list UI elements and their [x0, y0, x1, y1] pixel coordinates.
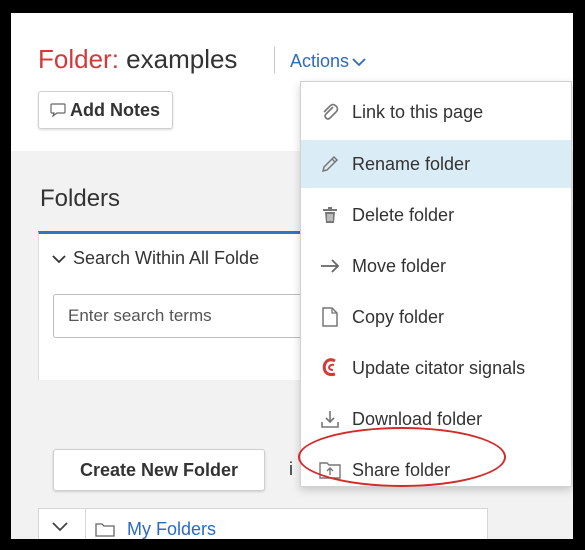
actions-label: Actions [290, 51, 350, 71]
actions-menu: Link to this page Rename folder Delete f… [300, 81, 572, 487]
folders-heading: Folders [40, 185, 121, 212]
add-notes-button[interactable]: Add Notes [38, 91, 173, 129]
menu-item-label: Move folder [352, 255, 447, 276]
chevron-down-icon [52, 255, 66, 264]
truncated-text: i [289, 459, 293, 479]
menu-item-rename-folder[interactable]: Rename folder [301, 140, 571, 188]
tree-divider [85, 509, 86, 539]
menu-item-link-to-page[interactable]: Link to this page [301, 88, 571, 136]
arrow-right-icon [319, 255, 341, 277]
menu-item-label: Copy folder [352, 306, 445, 327]
share-folder-icon [319, 459, 341, 481]
page-title-name: examples [126, 44, 238, 74]
create-new-folder-button[interactable]: Create New Folder [53, 449, 266, 491]
add-notes-label: Add Notes [70, 99, 160, 120]
trash-icon [319, 204, 341, 226]
menu-item-download-folder[interactable]: Download folder [301, 395, 571, 443]
tree-row-my-folders[interactable]: My Folders [38, 508, 488, 539]
tree-label-my-folders[interactable]: My Folders [127, 519, 216, 539]
menu-item-label: Delete folder [352, 204, 455, 225]
menu-item-move-folder[interactable]: Move folder [301, 242, 571, 290]
document-icon [319, 306, 341, 328]
app-window: Folder: examples Actions Add Notes Folde… [11, 13, 573, 539]
page-title: Folder: examples [38, 43, 237, 75]
download-icon [319, 408, 341, 430]
search-within-label: Search Within All Folde [73, 248, 260, 268]
folder-search-panel: Search Within All Folde Enter search ter… [38, 231, 313, 380]
citator-icon [319, 357, 341, 379]
title-divider [274, 47, 275, 73]
note-icon [50, 103, 66, 118]
search-within-toggle[interactable]: Search Within All Folde [51, 248, 259, 269]
menu-item-label: Link to this page [352, 101, 484, 122]
menu-item-label: Update citator signals [352, 357, 526, 378]
menu-item-label: Download folder [352, 408, 483, 429]
menu-item-delete-folder[interactable]: Delete folder [301, 191, 571, 239]
page-title-prefix: Folder: [38, 44, 119, 74]
menu-item-label: Share folder [352, 459, 451, 480]
actions-dropdown[interactable]: Actions [290, 51, 366, 72]
chevron-down-icon [352, 58, 366, 67]
chevron-down-icon[interactable] [51, 521, 69, 533]
pencil-icon [319, 153, 341, 175]
create-new-folder-label: Create New Folder [80, 459, 239, 480]
search-input[interactable]: Enter search terms [53, 294, 313, 338]
menu-item-share-folder[interactable]: Share folder [301, 446, 571, 494]
search-placeholder: Enter search terms [68, 306, 212, 325]
paperclip-icon [319, 101, 341, 123]
menu-item-label: Rename folder [352, 153, 471, 174]
menu-item-update-citator-signals[interactable]: Update citator signals [301, 344, 571, 392]
menu-item-copy-folder[interactable]: Copy folder [301, 293, 571, 341]
folder-icon [95, 523, 115, 537]
